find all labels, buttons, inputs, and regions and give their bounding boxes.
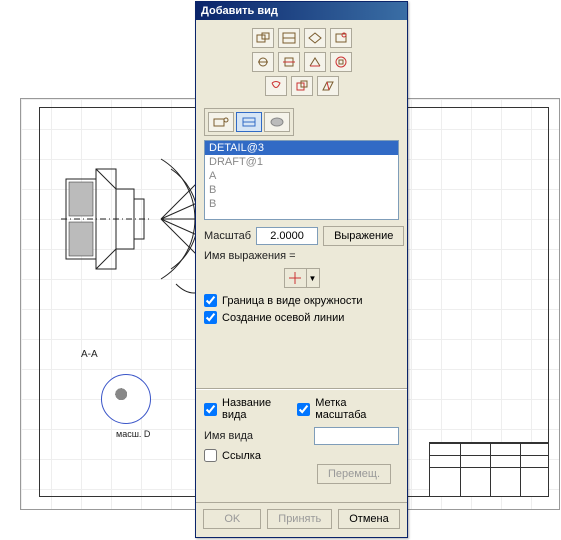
view-type-btn-2[interactable] <box>278 28 300 48</box>
view-type-btn-9[interactable] <box>265 76 287 96</box>
dialog-title: Добавить вид <box>196 2 407 20</box>
list-item[interactable]: B <box>205 183 398 197</box>
add-view-dialog: Добавить вид DETAIL@3 DRAFT@1 <box>195 1 408 538</box>
scale-input[interactable] <box>256 227 318 245</box>
scale-label-check-label: Метка масштаба <box>315 397 399 421</box>
move-button[interactable]: Перемещ. <box>317 464 391 484</box>
view-name-checkbox[interactable] <box>204 403 217 416</box>
list-item[interactable]: B <box>205 197 398 211</box>
apply-button[interactable]: Принять <box>267 509 332 529</box>
list-item[interactable]: DETAIL@3 <box>205 141 398 155</box>
mode-tab-1[interactable] <box>208 112 234 132</box>
view-name-label: Имя вида <box>204 430 253 442</box>
view-type-btn-7[interactable] <box>304 52 326 72</box>
separator <box>196 388 407 389</box>
expression-button[interactable]: Выражение <box>323 226 404 246</box>
view-type-btn-4[interactable] <box>330 28 352 48</box>
view-name-check-label: Название вида <box>222 397 297 421</box>
circle-boundary-checkbox[interactable] <box>204 294 217 307</box>
link-label: Ссылка <box>222 450 261 462</box>
section-label: A-A <box>81 349 98 360</box>
ok-button[interactable]: OK <box>203 509 261 529</box>
scale-label-checkbox[interactable] <box>297 403 310 416</box>
view-type-btn-6[interactable] <box>278 52 300 72</box>
centerline-label: Создание осевой линии <box>222 312 344 324</box>
cancel-button[interactable]: Отмена <box>338 509 399 529</box>
dialog-button-row: OK Принять Отмена <box>196 502 407 537</box>
detail-view-circle <box>101 374 151 424</box>
view-type-btn-8[interactable] <box>330 52 352 72</box>
view-type-toolbar <box>196 20 407 102</box>
list-item[interactable]: DRAFT@1 <box>205 155 398 169</box>
circle-boundary-label: Граница в виде окружности <box>222 295 363 307</box>
centerline-checkbox[interactable] <box>204 311 217 324</box>
view-type-btn-10[interactable] <box>291 76 313 96</box>
view-type-btn-1[interactable] <box>252 28 274 48</box>
link-checkbox[interactable] <box>204 449 217 462</box>
mode-tab-3[interactable] <box>264 112 290 132</box>
expression-name-label: Имя выражения = <box>204 250 399 262</box>
mode-tab-2[interactable] <box>236 112 262 132</box>
view-name-input[interactable] <box>314 427 399 445</box>
title-block <box>429 442 549 497</box>
view-type-btn-3[interactable] <box>304 28 326 48</box>
detail-view-label: масш. D <box>116 429 150 439</box>
view-type-btn-5[interactable] <box>252 52 274 72</box>
anchor-point-dropdown[interactable]: ▼ <box>284 268 320 288</box>
list-item[interactable]: A <box>205 169 398 183</box>
mode-tab-row <box>204 108 294 136</box>
anchor-point-icon <box>285 269 307 287</box>
scale-label: Масштаб <box>204 230 251 242</box>
view-type-btn-11[interactable] <box>317 76 339 96</box>
parent-view-listbox[interactable]: DETAIL@3 DRAFT@1 A B B <box>204 140 399 220</box>
chevron-down-icon: ▼ <box>307 269 319 287</box>
